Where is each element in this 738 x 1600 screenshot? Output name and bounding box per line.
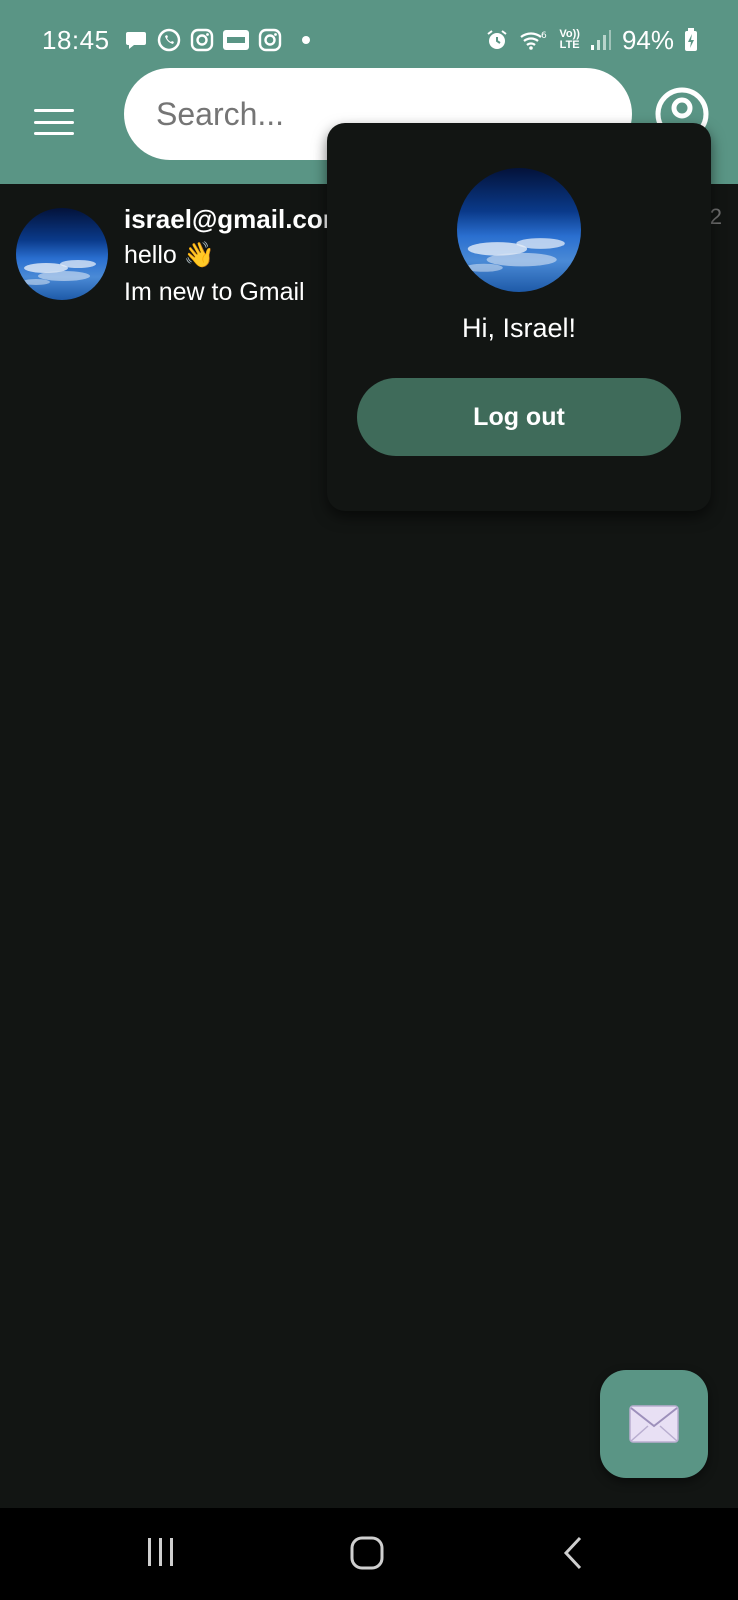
volte-lte-icon: Vo)) LTE (559, 29, 580, 51)
mail-subject: hello 👋 (124, 241, 215, 269)
mail-time: 2 (709, 204, 722, 229)
ynet-icon (222, 30, 249, 50)
logout-button[interactable]: Log out (357, 378, 681, 456)
notification-icons (124, 27, 310, 53)
more-notifications-dot (301, 36, 310, 44)
mail-sender: israel@gmail.com (124, 204, 334, 234)
whatsapp-icon (157, 28, 180, 52)
hamburger-menu-icon[interactable] (32, 104, 76, 140)
mail-preview: Im new to Gmail (124, 278, 305, 306)
recent-apps-icon[interactable] (146, 1536, 176, 1573)
svg-text:6: 6 (541, 31, 547, 41)
back-icon[interactable] (562, 1536, 584, 1575)
home-icon[interactable] (350, 1536, 384, 1575)
compose-button[interactable] (600, 1370, 708, 1478)
battery-charging-icon (685, 28, 697, 51)
signal-icon (590, 30, 611, 50)
instagram-icon (258, 28, 281, 52)
alarm-icon (487, 30, 507, 49)
status-indicators: 6 Vo)) LTE 94% (485, 25, 698, 56)
wifi-6-icon: 6 (520, 31, 547, 50)
battery-percentage: 94% (621, 24, 674, 55)
sender-avatar (16, 208, 108, 300)
instagram-icon (190, 28, 213, 52)
system-navigation-bar (0, 1508, 738, 1600)
greeting-text: Hi, Israel! (461, 313, 577, 343)
chat-bubble-icon (125, 32, 146, 49)
profile-popup: Hi, Israel! Log out (327, 123, 711, 511)
status-time: 18:45 (42, 24, 110, 55)
user-avatar (457, 168, 581, 292)
lte-label: LTE (559, 39, 580, 51)
envelope-icon (629, 1405, 679, 1443)
